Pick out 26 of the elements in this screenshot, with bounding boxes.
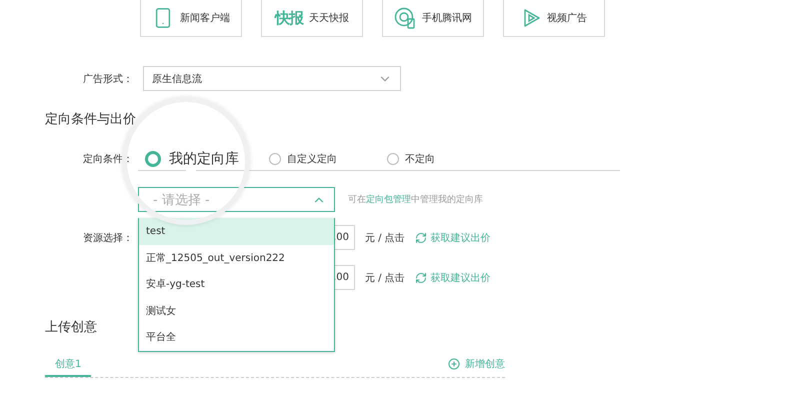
refresh-icon [414,272,427,284]
unit-text: 元 / 点击 [365,232,405,244]
ad-format-select[interactable]: 原生信息流 [143,66,401,91]
field-label: 资源选择： [82,232,134,244]
dropdown-option[interactable]: 测试女 [139,298,334,324]
dropdown-option[interactable]: 安卓-yg-test [139,271,334,298]
logo-text: 快报 [275,8,303,28]
unit-text: 元 / 点击 [365,272,405,284]
field-label: 定向条件： [82,152,134,166]
plus-circle-icon [448,358,460,370]
dropdown-option[interactable]: test [139,218,334,244]
section-title: 定向条件与出价 [45,111,136,128]
dropdown-option[interactable]: 平台全 [139,324,334,350]
dropdown-option[interactable]: 正常_12505_out_version222 [139,244,334,271]
platform-card[interactable]: 视频广告 [503,0,605,37]
globe-phone-icon [394,7,416,29]
refresh-icon [414,232,427,244]
platform-card[interactable]: 快报 天天快报 [261,0,363,37]
radio-option[interactable]: 我的定向库 [138,150,239,168]
radio-option[interactable]: 不定向 [387,152,435,166]
field-label: 广告形式： [82,72,134,86]
hint-text: 可在定向包管理中管理我的定向库 [348,194,483,206]
platform-card[interactable]: 手机腾讯网 [382,0,484,37]
radio-option[interactable]: 自定义定向 [269,152,337,166]
section-title: 上传创意 [45,319,97,336]
platform-card[interactable]: 新闻客户端 [140,0,242,37]
